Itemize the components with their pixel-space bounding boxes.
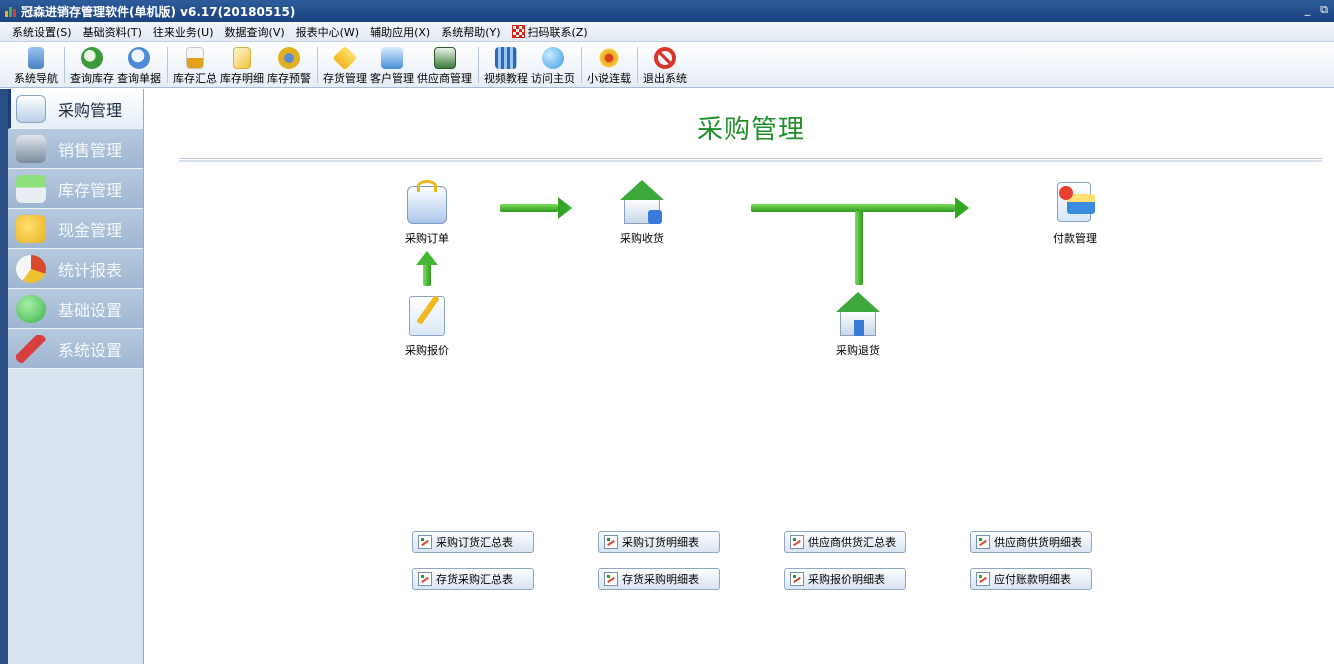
toolbar-stock-detail-button[interactable]: 库存明细 [219,43,265,87]
stock-alert-icon [278,47,300,69]
app-icon [5,5,17,17]
report-purchase-order-summary-button[interactable]: 采购订货汇总表 [412,531,534,553]
title-divider [179,158,1322,162]
report-icon [418,535,432,549]
sidebar-item-reports[interactable]: 统计报表 [8,249,143,289]
report-icon [604,535,618,549]
check-icon [16,294,46,323]
toolbar-separator [637,47,638,83]
flow-arrow-receipt-to-payment [751,197,969,219]
sidebar-item-system-settings[interactable]: 系统设置 [8,329,143,369]
flow-arrow-order-to-receipt [500,197,572,219]
qr-code-icon [511,25,525,38]
sidebar-item-inventory[interactable]: 库存管理 [8,169,143,209]
sidebar-item-sales[interactable]: 销售管理 [8,129,143,169]
report-icon [976,572,990,586]
report-goods-purchase-summary-button[interactable]: 存货采购汇总表 [412,568,534,590]
report-supplier-supply-summary-button[interactable]: 供应商供货汇总表 [784,531,906,553]
customer-icon [381,47,403,69]
toolbar-separator [317,47,318,83]
minimize-button[interactable]: _ [1305,3,1311,17]
menu-scan-contact[interactable]: 扫码联系(Z) [511,24,588,40]
main-panel: 采购管理 采购订单 采购收货 付款管理 采购报价 采购退货 采购订货汇总表 采购… [145,89,1334,664]
purchase-receipt-icon [620,180,664,226]
report-icon [976,535,990,549]
toolbar-separator [581,47,582,83]
toolbar-navigation-button[interactable]: 系统导航 [13,43,59,87]
sidebar-item-basic-settings[interactable]: 基础设置 [8,289,143,329]
report-goods-purchase-detail-button[interactable]: 存货采购明细表 [598,568,720,590]
tools-icon [16,334,46,363]
toolbar-supplier-button[interactable]: 供应商管理 [416,43,473,87]
report-icon [604,572,618,586]
page-title: 采购管理 [696,115,805,145]
node-payment[interactable]: 付款管理 [1035,180,1115,246]
stock-detail-icon [233,47,251,69]
report-supplier-supply-detail-button[interactable]: 供应商供货明细表 [970,531,1092,553]
node-purchase-receipt[interactable]: 采购收货 [602,180,682,246]
toolbar: 系统导航 查询库存 查询单据 库存汇总 库存明细 库存预警 存货管理 客户管理 … [0,43,1334,88]
toolbar-separator [167,47,168,83]
toolbar-document-query-button[interactable]: 查询单据 [116,43,162,87]
toolbar-exit-button[interactable]: 退出系统 [642,43,688,87]
toolbar-stock-summary-button[interactable]: 库存汇总 [172,43,218,87]
sidebar: 采购管理 销售管理 库存管理 现金管理 统计报表 基础设置 系统设置 [8,89,144,664]
purchase-bag-icon [16,94,46,123]
quotation-icon [405,292,449,338]
flower-icon [598,47,620,69]
toolbar-video-button[interactable]: 视频教程 [483,43,529,87]
report-icon [790,535,804,549]
toolbar-homepage-button[interactable]: 访问主页 [530,43,576,87]
window-title: 冠森进销存管理软件(单机版) v6.17(20180515) [21,4,296,19]
restore-button[interactable]: ⧉ [1320,3,1328,17]
cash-register-icon [16,134,46,163]
node-purchase-order[interactable]: 采购订单 [387,180,467,246]
stock-summary-icon [186,47,204,69]
inventory-query-icon [81,47,103,69]
menu-report-center[interactable]: 报表中心(W) [296,24,359,40]
goods-icon [332,45,358,71]
menu-business[interactable]: 往来业务(U) [153,24,214,40]
toolbar-stock-alert-button[interactable]: 库存预警 [266,43,312,87]
menu-bar: 系统设置(S) 基础资料(T) 往来业务(U) 数据查询(V) 报表中心(W) … [0,22,1334,42]
navigation-icon [28,47,44,69]
report-icon [16,254,46,283]
warehouse-icon [16,174,46,203]
report-icon [790,572,804,586]
toolbar-goods-button[interactable]: 存货管理 [322,43,368,87]
toolbar-customer-button[interactable]: 客户管理 [369,43,415,87]
flow-arrow-quotation-to-order [416,251,438,286]
menu-auxiliary[interactable]: 辅助应用(X) [370,24,430,40]
video-icon [495,47,517,69]
supplier-icon [433,47,456,69]
payment-icon [1053,180,1097,226]
document-query-icon [128,47,150,69]
report-payables-detail-button[interactable]: 应付账款明细表 [970,568,1092,590]
title-bar: 冠森进销存管理软件(单机版) v6.17(20180515) _ ⧉ [0,0,1334,22]
coins-icon [16,214,46,243]
node-quotation[interactable]: 采购报价 [387,292,467,358]
left-edge-bar [0,89,8,664]
toolbar-novel-button[interactable]: 小说连载 [586,43,632,87]
exit-icon [654,47,676,69]
toolbar-separator [64,47,65,83]
flow-line-to-return [855,211,863,285]
toolbar-inventory-query-button[interactable]: 查询库存 [69,43,115,87]
menu-basic-data[interactable]: 基础资料(T) [83,24,142,40]
sidebar-item-cash[interactable]: 现金管理 [8,209,143,249]
sidebar-item-purchase[interactable]: 采购管理 [8,89,143,129]
node-purchase-return[interactable]: 采购退货 [818,292,898,358]
toolbar-separator [478,47,479,83]
globe-icon [542,47,564,69]
menu-system-settings[interactable]: 系统设置(S) [12,24,72,40]
menu-help[interactable]: 系统帮助(Y) [441,24,500,40]
report-icon [418,572,432,586]
purchase-return-icon [836,292,880,338]
menu-data-query[interactable]: 数据查询(V) [225,24,285,40]
purchase-order-icon [405,180,449,226]
report-purchase-order-detail-button[interactable]: 采购订货明细表 [598,531,720,553]
report-quotation-detail-button[interactable]: 采购报价明细表 [784,568,906,590]
